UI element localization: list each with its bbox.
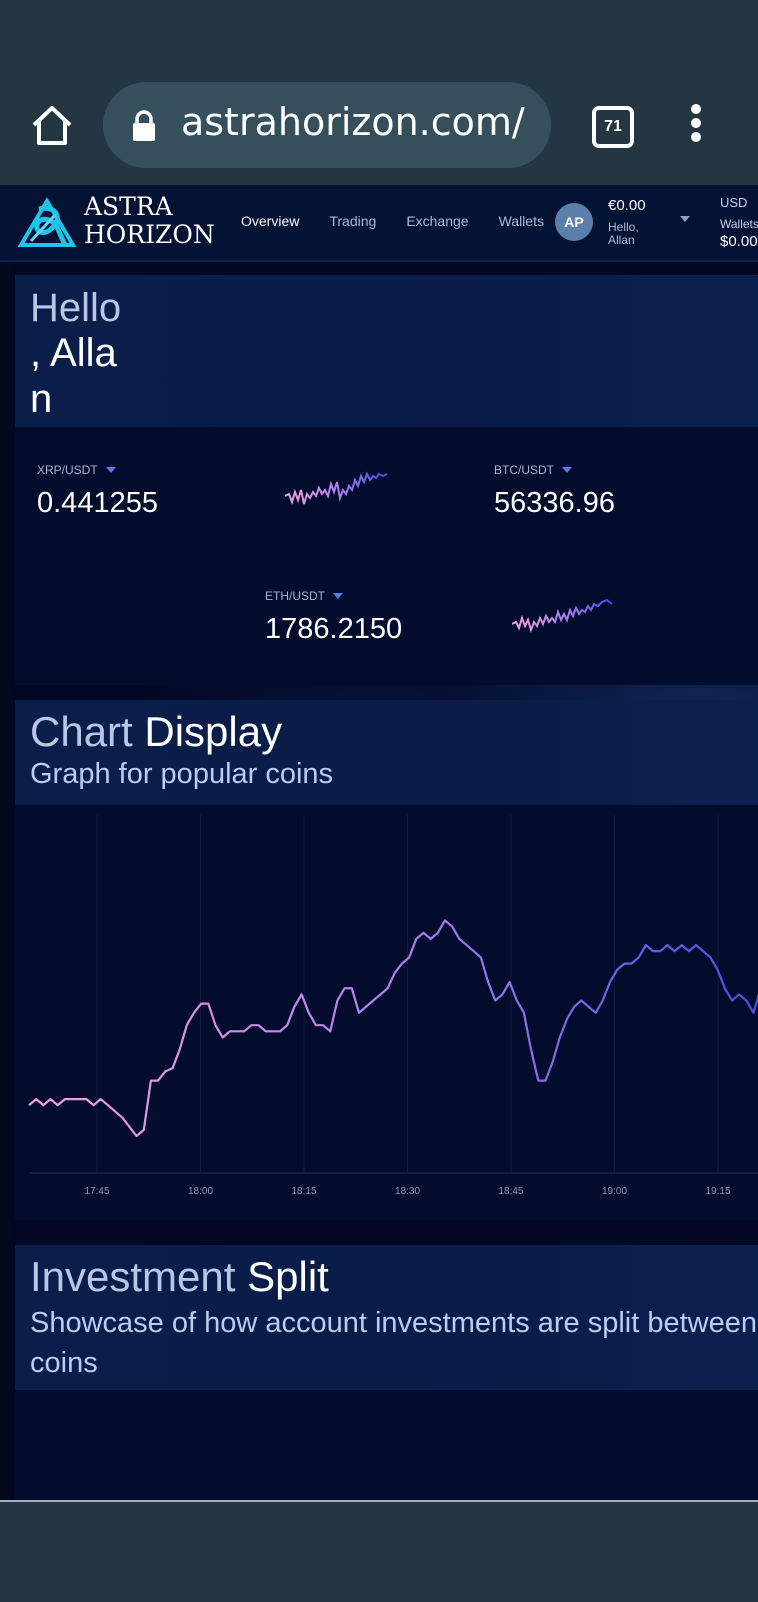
ticker-btc[interactable]: BTC/USDT 56336.96 [494, 463, 615, 520]
x-tick-label: 19:00 [602, 1186, 627, 1197]
wallets-value: $0.00 [720, 233, 758, 250]
ticker-pair: XRP/USDT [37, 463, 98, 477]
ticker-price: 56336.96 [494, 487, 615, 519]
url-text[interactable]: astrahorizon.com/ [181, 100, 525, 144]
investment-section-title: Investment Split [30, 1253, 329, 1300]
x-tick-label: 19:15 [705, 1186, 730, 1197]
main-nav: Overview Trading Exchange Wallets [241, 213, 574, 229]
x-axis: 17:45 18:00 18:15 18:30 18:45 19:00 19:15 [84, 1186, 730, 1197]
nav-trading[interactable]: Trading [329, 213, 376, 229]
eth-sparkline [512, 598, 613, 634]
nav-overview[interactable]: Overview [241, 213, 299, 229]
x-tick-label: 18:15 [291, 1186, 316, 1197]
chart-section-subtitle: Graph for popular coins [30, 758, 334, 790]
account-greeting: Hello, Allan [608, 220, 639, 247]
ticker-pair: BTC/USDT [494, 463, 554, 477]
site-navbar: ASTRA HORIZON Overview Trading Exchange … [0, 185, 758, 262]
x-tick-label: 18:30 [395, 1186, 420, 1197]
ticker-price: 1786.2150 [265, 613, 403, 645]
chart-section-title: Chart Display [30, 708, 283, 755]
astra-logo-icon[interactable] [17, 195, 79, 251]
investment-section-subtitle: Showcase of how account investments are … [30, 1307, 758, 1379]
home-icon[interactable] [30, 103, 74, 147]
x-tick-label: 17:45 [84, 1186, 109, 1197]
ticker-xrp[interactable]: XRP/USDT 0.441255 [37, 463, 158, 520]
ticker-eth[interactable]: ETH/USDT 1786.2150 [265, 589, 402, 646]
tab-switcher-button[interactable]: 71 [592, 106, 634, 148]
ticker-price: 0.441255 [37, 487, 158, 519]
overflow-menu-icon[interactable] [688, 104, 704, 144]
avatar[interactable]: AP [555, 203, 593, 241]
hello-title: Hello [30, 286, 122, 330]
address-bar[interactable]: astrahorizon.com/ [103, 82, 551, 168]
web-page: ASTRA HORIZON Overview Trading Exchange … [0, 185, 758, 1500]
investment-split-card: Investment Split Showcase of how account… [15, 1245, 758, 1500]
chart-gridlines [29, 815, 758, 1174]
hello-user-name: , Allan [30, 331, 117, 421]
pair-dropdown-icon[interactable] [562, 467, 572, 473]
x-tick-label: 18:45 [498, 1186, 523, 1197]
system-navigation-area [0, 1500, 758, 1602]
pair-dropdown-icon[interactable] [105, 467, 116, 473]
nav-wallets[interactable]: Wallets [499, 213, 544, 229]
x-tick-label: 18:00 [188, 1186, 213, 1197]
lock-icon [133, 110, 155, 141]
currency-label[interactable]: USD [720, 195, 747, 210]
series-line [28, 919, 758, 1138]
pair-dropdown-icon[interactable] [333, 593, 343, 599]
nav-exchange[interactable]: Exchange [406, 213, 468, 229]
logo-text[interactable]: ASTRA HORIZON [84, 193, 215, 249]
xrp-sparkline [285, 471, 388, 506]
hello-card: Hello , Allan XRP/USDT 0.441255 BTC/USDT… [15, 275, 758, 685]
browser-toolbar: astrahorizon.com/ 71 [0, 0, 758, 185]
account-dropdown-icon[interactable] [680, 216, 690, 222]
ticker-pair: ETH/USDT [265, 589, 325, 603]
account-balance: €0.00 [608, 197, 646, 214]
wallets-label: Wallets [720, 217, 758, 231]
chart-display-card: Chart Display Graph for popular coins 17… [15, 700, 758, 1220]
price-line-chart[interactable]: 17:45 18:00 18:15 18:30 18:45 19:00 19:15 [15, 805, 758, 1220]
